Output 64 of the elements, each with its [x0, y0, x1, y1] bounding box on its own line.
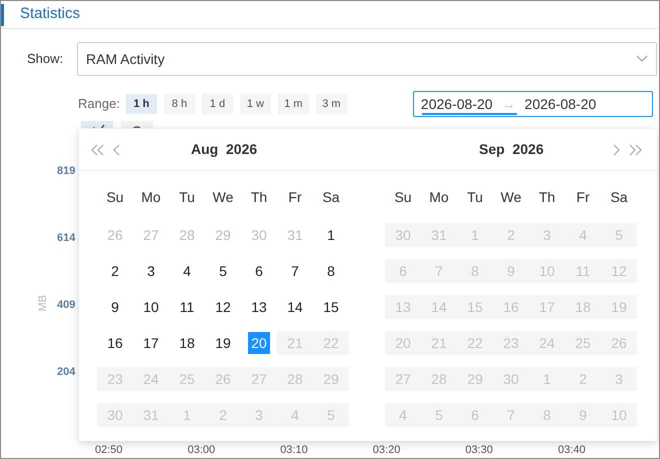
axis-tick-label: 03:00 [188, 443, 216, 458]
show-select[interactable]: RAM Activity [77, 42, 657, 76]
calendar-day[interactable]: 15 [323, 296, 339, 318]
calendar-day[interactable]: 3 [147, 260, 155, 282]
range-label: Range: [78, 95, 120, 114]
weekday-label: Th [250, 188, 268, 206]
calendar-day[interactable]: 1 [327, 224, 335, 246]
calendar-day[interactable]: 13 [251, 296, 267, 318]
range-button[interactable]: 1 m [278, 94, 309, 114]
show-label: Show: [26, 50, 64, 68]
double-chevron-right-icon[interactable] [628, 144, 642, 156]
axis-tick-label: 03:20 [372, 443, 400, 458]
range-button[interactable]: 1 h [126, 94, 157, 114]
weekday-label: Tu [466, 188, 484, 206]
weekday-label: Mo [140, 188, 162, 206]
calendar-day[interactable]: 12 [215, 296, 231, 318]
weekday-label: Fr [287, 188, 303, 206]
axis-tick-label: 614 [57, 231, 76, 246]
view-button[interactable] [121, 121, 153, 128]
calendar-day[interactable]: 8 [327, 260, 335, 282]
axis-label: MB [36, 295, 50, 312]
chevron-right-icon[interactable] [612, 144, 620, 156]
axis-tick-label: 03:10 [280, 443, 308, 458]
calendar-day[interactable]: 10 [143, 296, 159, 318]
weekday-label: Sa [321, 188, 341, 206]
calendar-day[interactable]: 4 [183, 260, 191, 282]
weekday-label: Sa [609, 188, 629, 206]
calendar-day[interactable]: 14 [287, 296, 303, 318]
weekday-label: We [500, 188, 522, 206]
weekday-label: Tu [178, 188, 196, 206]
section-title: Statistics [20, 4, 80, 24]
weekday-label: Fr [575, 188, 591, 206]
double-chevron-left-icon[interactable] [91, 144, 105, 156]
axis-tick-label: 204 [57, 365, 76, 380]
calendar-day[interactable]: 2 [111, 260, 119, 282]
axis-tick-label: 02:50 [95, 443, 123, 458]
weekday-label: Mo [428, 188, 450, 206]
view-button[interactable] [81, 121, 113, 128]
calendar-day[interactable]: 18 [179, 332, 195, 354]
calendar-day[interactable]: 16 [107, 332, 123, 354]
calendar-day[interactable]: 5 [219, 260, 227, 282]
range-button[interactable]: 1 d [202, 94, 233, 114]
axis-tick-label: 819 [57, 164, 76, 179]
axis-tick-label: 409 [57, 298, 76, 313]
date-range-field[interactable]: 2026-08-20 → 2026-08-20 [412, 91, 653, 117]
range-button[interactable]: 1 w [240, 94, 271, 114]
weekday-label: Su [105, 188, 125, 206]
range-button[interactable]: 8 h [164, 94, 195, 114]
weekday-label: We [212, 188, 234, 206]
calendar-day[interactable]: 9 [111, 296, 119, 318]
chevron-left-icon[interactable] [113, 144, 121, 156]
month-title: Sep 2026 [479, 140, 544, 159]
axis-tick-label: 03:30 [465, 443, 493, 458]
chevron-down-icon [636, 55, 648, 63]
calendar-day[interactable]: 7 [291, 260, 299, 282]
month-title: Aug 2026 [191, 140, 258, 159]
range-button[interactable]: 3 m [316, 94, 347, 114]
calendar-day[interactable]: 6 [255, 260, 263, 282]
axis-tick-label: 03:40 [558, 443, 586, 458]
weekday-label: Th [538, 188, 556, 206]
calendar-day[interactable]: 19 [215, 332, 231, 354]
calendar-day[interactable]: 17 [143, 332, 159, 354]
calendar-day[interactable]: 11 [180, 296, 194, 318]
weekday-label: Su [393, 188, 413, 206]
